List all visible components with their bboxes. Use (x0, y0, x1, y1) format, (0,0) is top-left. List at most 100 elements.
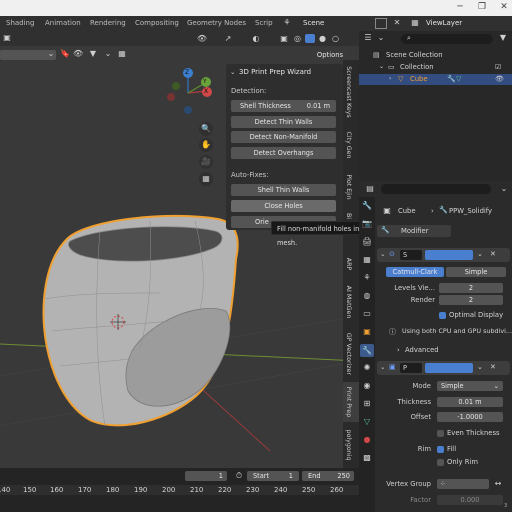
outliner-row-cube[interactable] (359, 74, 512, 85)
zoom-icon[interactable]: 🔍 (199, 122, 213, 136)
even-thickness-checkbox[interactable] (437, 430, 444, 437)
vertex-group-field[interactable]: ⁘ (437, 479, 489, 489)
collection-tab-icon[interactable]: ▭ (362, 309, 372, 319)
subdivision-name-field[interactable]: S (400, 250, 422, 260)
close-icon[interactable]: ✕ (498, 2, 510, 12)
display-mode-icon[interactable]: ⌄ (376, 33, 386, 43)
cube-label[interactable]: Cube (410, 75, 428, 83)
eye-icon[interactable]: 👁 (495, 75, 504, 83)
outliner-search-input[interactable]: ⌕ (401, 34, 493, 44)
scene-duplicate-icon[interactable] (375, 18, 387, 29)
shell-thickness-field[interactable]: Shell Thickness 0.01 m (231, 100, 336, 112)
scene-tab-icon[interactable]: ⚘ (362, 273, 372, 283)
view-layer-tab-icon[interactable]: ▦ (362, 255, 372, 265)
detect-non-manifold-button[interactable]: Detect Non-Manifold (231, 131, 336, 143)
tool-tab-icon[interactable]: 🔧 (362, 201, 372, 211)
end-frame-field[interactable]: End 250 (302, 471, 354, 481)
timeline[interactable]: 1 ⏱ Start 1 End 250 140 150 160 170 180 … (0, 468, 359, 512)
collapse-chevron-icon[interactable]: ⌄ (380, 363, 386, 371)
tab-geometry-nodes[interactable]: Geometry Nodes (187, 19, 246, 27)
panel-title[interactable]: 3D Print Prep Wizard (239, 68, 311, 76)
panel-collapse-icon[interactable]: ⌄ (230, 68, 236, 76)
render-tab-icon[interactable]: 📷 (362, 219, 372, 229)
scene-close-icon[interactable]: ✕ (392, 18, 402, 28)
tab-scripting[interactable]: Scripting (255, 19, 273, 27)
solidify-modifier-header[interactable]: ⌄ ▣ P ⌄ ✕ (377, 361, 510, 375)
sidebar-tab-ai-matgen[interactable]: AI MatGen (343, 278, 359, 327)
sidebar-tab-arp[interactable]: ARP (343, 250, 359, 279)
checkbox-icon[interactable]: ☑ (495, 63, 501, 71)
thickness-field[interactable]: 0.01 m (437, 397, 503, 407)
gizmo-x-label[interactable]: X (204, 88, 208, 95)
sidebar-tab-print-prep[interactable]: Print Prep (343, 382, 359, 423)
clock-icon[interactable]: ⏱ (234, 471, 244, 481)
world-tab-icon[interactable]: ◍ (362, 291, 372, 301)
maximize-icon[interactable]: ❐ (476, 2, 488, 12)
breadcrumb-modifier[interactable]: PPW_Solidify (449, 207, 492, 215)
mode-dropdown[interactable]: Simple ⌄ (437, 381, 503, 391)
scene-name[interactable]: Scene (303, 19, 324, 27)
sidebar-tab-gp-vectorizer[interactable]: GP Vectorizer (343, 326, 359, 383)
sidebar-tab-screencast-keys[interactable]: Screencast Keys (343, 60, 359, 124)
collection-label[interactable]: Collection (400, 63, 434, 71)
tab-shading[interactable]: Shading (6, 19, 34, 27)
cube-expand-icon[interactable]: › (389, 75, 391, 82)
start-frame-field[interactable]: Start 1 (247, 471, 299, 481)
optimal-display-checkbox[interactable] (439, 312, 446, 319)
sidebar-tab-polygoniq[interactable]: polygoniq (343, 422, 359, 469)
only-rim-checkbox[interactable] (437, 459, 444, 466)
modifier-visibility-toggles[interactable] (425, 250, 473, 260)
collapse-chevron-icon[interactable]: ⌄ (380, 250, 386, 258)
rim-fill-checkbox[interactable] (437, 446, 444, 453)
render-levels-field[interactable]: 2 (439, 295, 503, 305)
dropdown-chevron-icon[interactable]: ⌄ (477, 363, 483, 371)
shell-thin-walls-button[interactable]: Shell Thin Walls (231, 184, 336, 196)
properties-editor-icon[interactable]: ▤ (365, 184, 375, 194)
current-frame-field[interactable]: 1 (185, 471, 227, 481)
output-tab-icon[interactable]: 🖨 (362, 237, 372, 247)
object-tab-icon[interactable]: ▣ (362, 327, 372, 337)
close-holes-button[interactable]: Close Holes (231, 200, 336, 212)
tab-animation[interactable]: Animation (45, 19, 81, 27)
remove-modifier-icon[interactable]: ✕ (490, 363, 496, 371)
perspective-grid-icon[interactable]: ▦ (199, 172, 213, 186)
sidebar-tab-city-gen[interactable]: City Gen (343, 123, 359, 168)
add-modifier-button[interactable]: 🔧 Modifier (377, 225, 451, 237)
outliner-editor-icon[interactable]: ☰ (363, 33, 373, 43)
solidify-name-field[interactable]: P (400, 363, 422, 373)
scene-collection-label[interactable]: Scene Collection (386, 51, 443, 59)
texture-tab-icon[interactable]: ▩ (362, 453, 372, 463)
breadcrumb-object[interactable]: Cube (398, 207, 416, 215)
advanced-chevron-icon[interactable]: › (397, 346, 400, 354)
advanced-subpanel[interactable]: Advanced (405, 346, 439, 354)
tab-compositing[interactable]: Compositing (135, 19, 179, 27)
modifier-tab-icon[interactable]: 🔧 (360, 344, 374, 357)
minimize-icon[interactable]: ─ (454, 2, 466, 12)
scene-icon[interactable]: ⚘ (281, 18, 293, 28)
gizmo-y-label[interactable]: Y (203, 78, 207, 85)
frame-ruler[interactable]: 140 150 160 170 180 190 200 210 220 230 … (0, 485, 359, 495)
remove-modifier-icon[interactable]: ✕ (490, 250, 496, 258)
offset-field[interactable]: -1.0000 (437, 412, 503, 422)
data-tab-icon[interactable]: ▽ (362, 417, 372, 427)
tab-rendering[interactable]: Rendering (90, 19, 126, 27)
material-tab-icon[interactable]: ● (362, 435, 372, 445)
properties-search-input[interactable] (381, 184, 491, 194)
pin-icon[interactable]: ⌄ (499, 184, 509, 194)
constraints-tab-icon[interactable]: ⊞ (362, 399, 372, 409)
physics-tab-icon[interactable]: ◉ (362, 381, 372, 391)
factor-field[interactable]: 0.000 (437, 495, 503, 505)
subdivision-modifier-header[interactable]: ⌄ ⊙ S ⌄ ✕ (377, 248, 510, 262)
gizmo-z-label[interactable]: Z (185, 69, 189, 76)
detect-thin-walls-button[interactable]: Detect Thin Walls (231, 116, 336, 128)
invert-vertex-group-icon[interactable]: ↔ (493, 479, 503, 489)
levels-viewport-field[interactable]: 2 (439, 283, 503, 293)
detect-overhangs-button[interactable]: Detect Overhangs (231, 147, 336, 159)
catmull-clark-tab[interactable]: Catmull-Clark (386, 267, 444, 277)
view-layer-name[interactable]: ViewLayer (426, 19, 462, 27)
particles-tab-icon[interactable]: ✺ (362, 363, 372, 373)
modifier-visibility-toggles[interactable] (425, 363, 473, 373)
sidebar-tab-plot-ejin[interactable]: Plot Ejin (343, 167, 359, 208)
collection-expand-icon[interactable]: ⌄ (379, 63, 384, 70)
pan-hand-icon[interactable]: ✋ (199, 138, 213, 152)
